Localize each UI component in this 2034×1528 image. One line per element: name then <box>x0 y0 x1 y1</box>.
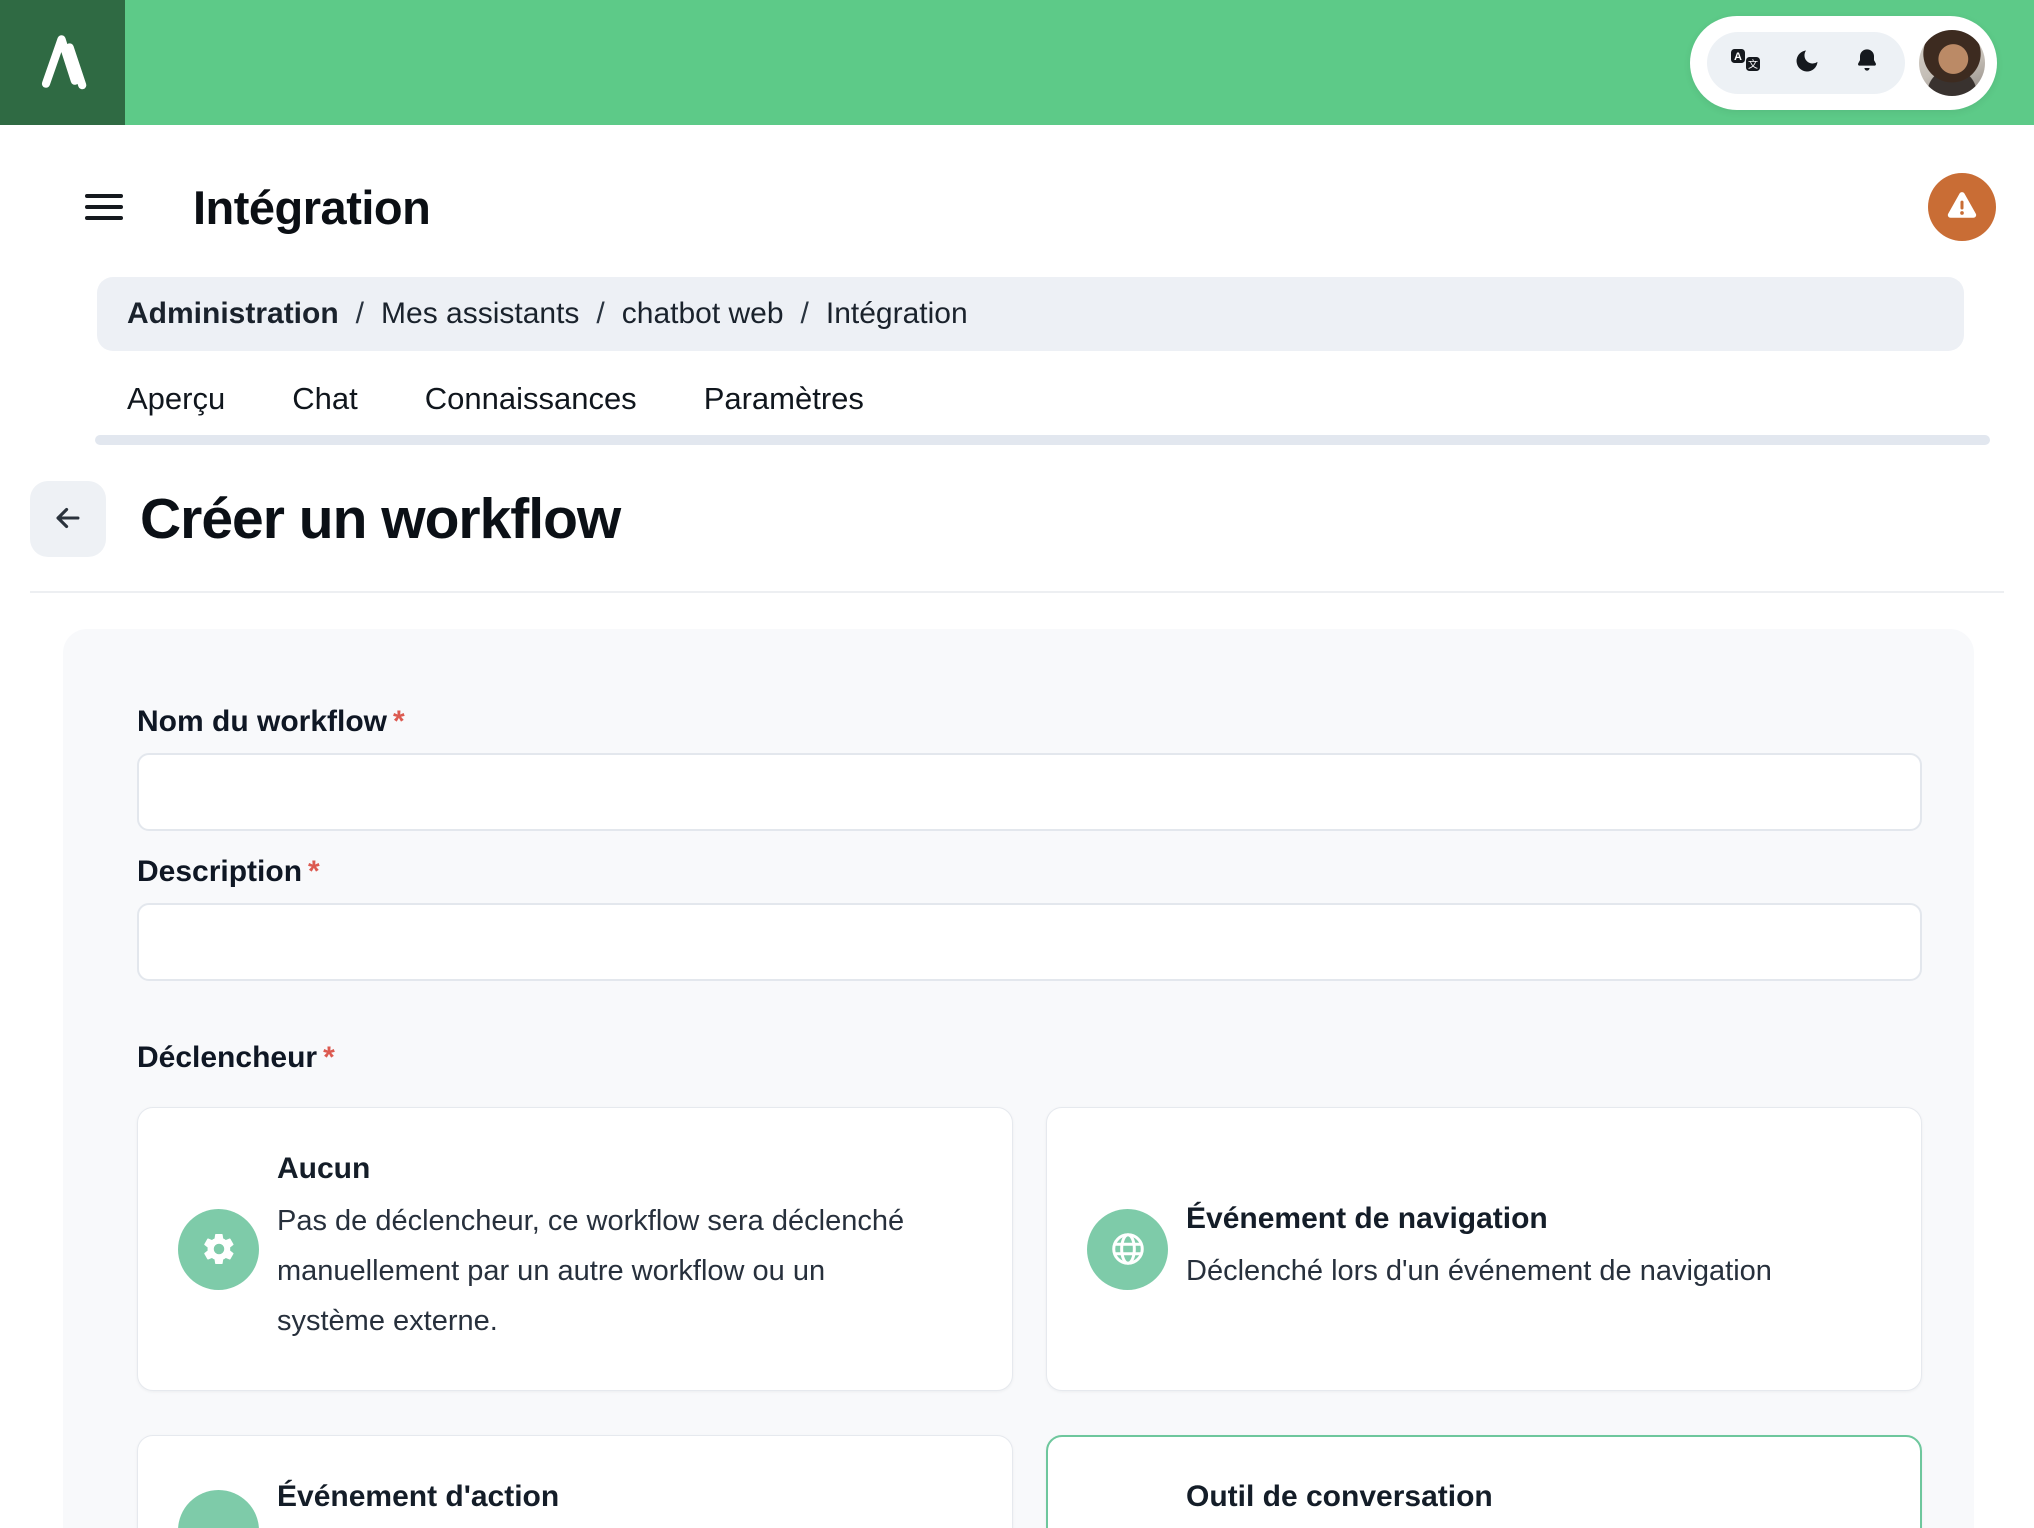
breadcrumb-separator: / <box>596 297 605 330</box>
alert-button[interactable] <box>1928 173 1996 241</box>
notifications-button[interactable] <box>1853 47 1881 78</box>
create-workflow-form: Nom du workflow * Description * Déclencheu… <box>63 629 1974 1528</box>
workflow-name-label: Nom du workflow * <box>137 705 405 738</box>
trigger-option-title: Événement de navigation <box>1186 1202 1548 1235</box>
trigger-option-title: Événement d'action <box>277 1480 560 1513</box>
trigger-options-grid: Aucun Pas de déclencheur, ce workflow se… <box>137 1107 1922 1528</box>
trigger-option-evenement-navigation[interactable]: Événement de navigation Déclenché lors d… <box>1046 1107 1922 1391</box>
tab-apercu[interactable]: Aperçu <box>127 381 225 417</box>
breadcrumb-item-assistants[interactable]: Mes assistants <box>381 297 579 331</box>
globe-icon <box>1087 1208 1168 1290</box>
section-title: Intégration <box>193 180 431 234</box>
topbar: A 文 <box>0 0 2034 125</box>
gear-icon <box>178 1208 259 1290</box>
trigger-label: Déclencheur * <box>137 1041 335 1074</box>
required-asterisk: * <box>308 855 320 888</box>
breadcrumb-item-chatbot-web[interactable]: chatbot web <box>622 297 784 331</box>
tab-chat[interactable]: Chat <box>292 381 357 417</box>
breadcrumb: Administration / Mes assistants / chatbo… <box>97 277 1964 351</box>
tab-underline <box>95 435 1990 445</box>
translate-icon: A 文 <box>1731 48 1761 77</box>
breadcrumb-separator: / <box>800 297 809 330</box>
divider <box>30 591 2004 593</box>
trigger-option-outil-conversation[interactable]: Outil de conversation <box>1046 1435 1922 1528</box>
page-header: Intégration <box>0 125 2034 241</box>
breadcrumb-separator: / <box>355 297 365 330</box>
bell-icon <box>1853 47 1881 78</box>
hamburger-icon <box>85 194 123 198</box>
trigger-option-evenement-action[interactable]: Événement d'action <box>137 1435 1013 1528</box>
moon-icon <box>1793 47 1821 78</box>
svg-text:A: A <box>1734 51 1742 63</box>
trigger-option-description: Pas de déclencheur, ce workflow sera déc… <box>277 1205 905 1337</box>
breadcrumb-item-integration[interactable]: Intégration <box>826 297 968 331</box>
trigger-option-title: Outil de conversation <box>1186 1480 1493 1513</box>
app-logo[interactable] <box>0 0 125 125</box>
menu-button[interactable] <box>85 194 123 220</box>
required-asterisk: * <box>393 705 405 738</box>
arrow-left-icon <box>51 501 85 538</box>
breadcrumb-item-administration[interactable]: Administration <box>127 297 339 331</box>
topbar-actions-pill: A 文 <box>1690 15 1997 110</box>
icon-group: A 文 <box>1707 31 1905 94</box>
description-input[interactable] <box>137 903 1922 981</box>
tab-connaissances[interactable]: Connaissances <box>425 381 637 417</box>
workflow-name-input[interactable] <box>137 753 1922 831</box>
trigger-option-aucun[interactable]: Aucun Pas de déclencheur, ce workflow se… <box>137 1107 1013 1391</box>
brand-mark-icon <box>26 23 100 102</box>
svg-text:文: 文 <box>1748 58 1758 71</box>
required-asterisk: * <box>323 1041 335 1074</box>
warning-triangle-icon <box>1943 187 1981 228</box>
user-avatar[interactable] <box>1919 29 1985 96</box>
back-button[interactable] <box>30 481 106 557</box>
dark-mode-toggle[interactable] <box>1793 47 1821 78</box>
tab-bar: Aperçu Chat Connaissances Paramètres <box>127 381 2034 417</box>
page-title: Créer un workflow <box>140 487 621 551</box>
trigger-circle-icon <box>178 1490 259 1528</box>
translate-button[interactable]: A 文 <box>1731 48 1761 77</box>
page-head: Créer un workflow <box>30 481 2034 557</box>
description-label: Description * <box>137 855 320 888</box>
trigger-option-title: Aucun <box>277 1152 371 1185</box>
trigger-option-description: Déclenché lors d'un événement de navigat… <box>1186 1255 1772 1287</box>
tab-parametres[interactable]: Paramètres <box>704 381 864 417</box>
